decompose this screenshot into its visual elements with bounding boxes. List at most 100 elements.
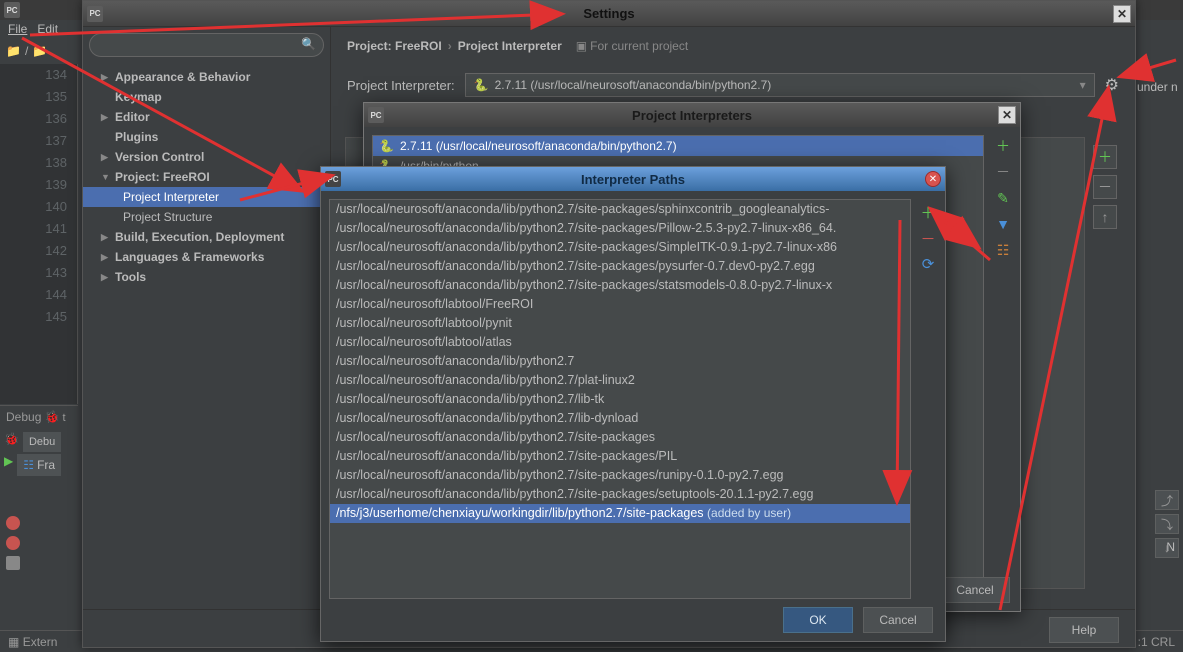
right-side-text: N: [1166, 540, 1175, 554]
interpreters-tools: ＋ － ✎ ▼ ☷: [992, 135, 1014, 261]
tree-project[interactable]: ▼Project: FreeROI: [83, 167, 330, 187]
cancel-button[interactable]: Cancel: [863, 607, 933, 633]
close-icon[interactable]: ✕: [998, 106, 1016, 124]
interpreter-paths-dialog: PC Interpreter Paths ✕ /usr/local/neuros…: [320, 166, 946, 642]
pycharm-icon: PC: [87, 6, 103, 22]
add-icon[interactable]: ＋: [917, 201, 939, 223]
cancel-button[interactable]: Cancel: [940, 577, 1010, 603]
settings-titlebar[interactable]: PC Settings ✕: [83, 1, 1135, 27]
tree-tools[interactable]: ▶Tools: [83, 267, 330, 287]
folder-icon: 📁: [6, 44, 21, 58]
folder-icon: 📁: [32, 44, 47, 58]
pycharm-icon: PC: [325, 171, 341, 187]
path-row[interactable]: /usr/local/neurosoft/anaconda/lib/python…: [330, 485, 910, 504]
gray-icon[interactable]: [6, 556, 20, 570]
close-icon[interactable]: ✕: [1113, 5, 1131, 23]
menu-edit[interactable]: Edit: [37, 22, 58, 38]
add-icon[interactable]: ＋: [1093, 145, 1117, 169]
tree-build[interactable]: ▶Build, Execution, Deployment: [83, 227, 330, 247]
search-input[interactable]: [89, 33, 324, 57]
path-row[interactable]: /usr/local/neurosoft/anaconda/lib/python…: [330, 409, 910, 428]
tree-keymap[interactable]: Keymap: [83, 87, 330, 107]
settings-title: Settings: [583, 6, 634, 21]
step-icon[interactable]: ⤴: [1155, 490, 1179, 510]
interpreter-label: Project Interpreter:: [347, 78, 455, 93]
tree-editor[interactable]: ▶Editor: [83, 107, 330, 127]
line-number: 134: [0, 64, 77, 86]
path-row[interactable]: /usr/local/neurosoft/anaconda/lib/python…: [330, 466, 910, 485]
path-row[interactable]: /usr/local/neurosoft/anaconda/lib/python…: [330, 219, 910, 238]
frames-icon: ☷: [23, 458, 34, 472]
play-icon[interactable]: ▶: [4, 454, 13, 476]
debugger-tab[interactable]: Debu: [23, 432, 61, 452]
tree-version-control[interactable]: ▶Version Control: [83, 147, 330, 167]
paths-tools: ＋ － ⟳: [917, 201, 939, 275]
pycharm-icon: PC: [4, 2, 20, 18]
reload-icon[interactable]: ⟳: [917, 253, 939, 275]
line-number: 143: [0, 262, 77, 284]
frames-tab[interactable]: ☷ Fra: [17, 454, 61, 476]
tree-appearance[interactable]: ▶Appearance & Behavior: [83, 67, 330, 87]
show-paths-icon[interactable]: ☷: [992, 239, 1014, 261]
paths-title: Interpreter Paths: [581, 172, 685, 187]
path-row[interactable]: /usr/local/neurosoft/anaconda/lib/python…: [330, 276, 910, 295]
paths-list[interactable]: /usr/local/neurosoft/anaconda/lib/python…: [329, 199, 911, 599]
path-row[interactable]: /usr/local/neurosoft/anaconda/lib/python…: [330, 371, 910, 390]
python-icon: 🐍: [474, 78, 489, 92]
red-dot-icon[interactable]: [6, 516, 20, 530]
up-icon[interactable]: ↑: [1093, 205, 1117, 229]
debug-panel: Debug 🐞 t 🐞 Debu ▶ ☷ Fra: [0, 405, 78, 605]
path-row[interactable]: /usr/local/neurosoft/anaconda/lib/python…: [330, 257, 910, 276]
path-row[interactable]: /usr/local/neurosoft/anaconda/lib/python…: [330, 447, 910, 466]
path-row[interactable]: /usr/local/neurosoft/anaconda/lib/python…: [330, 352, 910, 371]
line-number: 135: [0, 86, 77, 108]
path-row[interactable]: /usr/local/neurosoft/anaconda/lib/python…: [330, 200, 910, 219]
menu-file[interactable]: File: [8, 22, 27, 38]
tree-languages[interactable]: ▶Languages & Frameworks: [83, 247, 330, 267]
paths-titlebar[interactable]: PC Interpreter Paths ✕: [321, 167, 945, 191]
debug-side-icons: [0, 510, 78, 576]
line-number: 141: [0, 218, 77, 240]
path-row[interactable]: /usr/local/neurosoft/labtool/atlas: [330, 333, 910, 352]
line-number: 144: [0, 284, 77, 306]
step-icon[interactable]: ⤵: [1155, 514, 1179, 534]
path-row-selected[interactable]: /nfs/j3/userhome/chenxiayu/workingdir/li…: [330, 504, 910, 523]
line-number: 137: [0, 130, 77, 152]
filter-icon[interactable]: ▼: [992, 213, 1014, 235]
path-row[interactable]: /usr/local/neurosoft/labtool/FreeROI: [330, 295, 910, 314]
line-number: 145: [0, 306, 77, 328]
project-badge-icon: ▣: [576, 39, 587, 53]
line-number: 136: [0, 108, 77, 130]
path-row[interactable]: /usr/local/neurosoft/anaconda/lib/python…: [330, 238, 910, 257]
tree-project-structure[interactable]: Project Structure: [83, 207, 330, 227]
interpreter-select[interactable]: 🐍 2.7.11 (/usr/local/neurosoft/anaconda/…: [465, 73, 1095, 97]
bug-icon[interactable]: 🐞: [4, 432, 19, 452]
edit-icon[interactable]: ✎: [992, 187, 1014, 209]
remove-icon[interactable]: －: [1093, 175, 1117, 199]
close-icon[interactable]: ✕: [925, 171, 941, 187]
remove-icon[interactable]: －: [917, 227, 939, 249]
gear-icon[interactable]: ⚙: [1105, 75, 1119, 95]
interpreter-row[interactable]: 🐍2.7.11 (/usr/local/neurosoft/anaconda/b…: [373, 136, 983, 156]
tree-plugins[interactable]: Plugins: [83, 127, 330, 147]
line-number: 139: [0, 174, 77, 196]
remove-icon[interactable]: －: [992, 161, 1014, 183]
ok-button[interactable]: OK: [783, 607, 853, 633]
help-button[interactable]: Help: [1049, 617, 1119, 643]
right-editor-area: w under n: [1133, 62, 1183, 462]
red-dot-icon[interactable]: [6, 536, 20, 550]
add-icon[interactable]: ＋: [992, 135, 1014, 157]
chevron-down-icon: ▾: [1080, 78, 1086, 92]
interpreters-titlebar[interactable]: PC Project Interpreters ✕: [364, 103, 1020, 127]
path-row[interactable]: /usr/local/neurosoft/anaconda/lib/python…: [330, 428, 910, 447]
path-row[interactable]: /usr/local/neurosoft/labtool/pynit: [330, 314, 910, 333]
package-tool-column: ＋ － ↑: [1093, 145, 1117, 229]
python-icon: 🐍: [379, 139, 394, 153]
external-icon[interactable]: ▦: [8, 635, 19, 649]
path-row[interactable]: /usr/local/neurosoft/anaconda/lib/python…: [330, 390, 910, 409]
line-number: 140: [0, 196, 77, 218]
settings-breadcrumbs: Project: FreeROI › Project Interpreter ▣…: [347, 39, 1119, 53]
tree-project-interpreter[interactable]: Project Interpreter: [83, 187, 330, 207]
pycharm-icon: PC: [368, 107, 384, 123]
interpreters-title: Project Interpreters: [632, 108, 752, 123]
